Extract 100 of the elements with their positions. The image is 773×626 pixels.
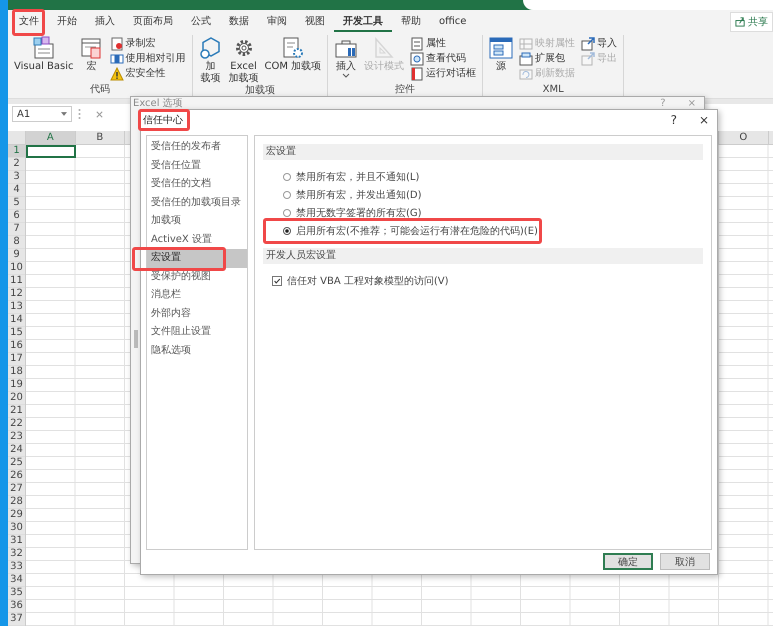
nav-item[interactable]: 宏设置	[147, 249, 247, 268]
nav-item[interactable]: 受信任的加载项目录	[147, 194, 247, 212]
row-header[interactable]: 12	[8, 288, 25, 301]
nav-item[interactable]: 文件阻止设置	[147, 323, 247, 342]
row-header[interactable]: 29	[8, 509, 25, 522]
scrollbar-thumb[interactable]	[134, 330, 138, 348]
import-icon	[581, 37, 596, 52]
row-header[interactable]: 34	[8, 574, 25, 587]
ribbon-button[interactable]: Excel 加载项	[226, 35, 261, 86]
module-sheet-icon	[32, 36, 56, 60]
row-header[interactable]: 4	[8, 184, 25, 197]
ribbon-button[interactable]: 运行对话框	[408, 67, 478, 82]
ribbon-button[interactable]: 录制宏	[108, 37, 188, 52]
row-header[interactable]: 5	[8, 197, 25, 210]
nav-item[interactable]: 外部内容	[147, 304, 247, 323]
column-header[interactable]: A	[26, 131, 76, 144]
nav-item[interactable]: ActiveX 设置	[147, 230, 247, 249]
ribbon-tab[interactable]: 开始	[48, 12, 86, 32]
row-header[interactable]: 21	[8, 405, 25, 418]
help-button[interactable]: ?	[666, 114, 681, 126]
row-header[interactable]: 11	[8, 275, 25, 288]
radio-button[interactable]	[283, 173, 291, 181]
radio-option[interactable]: 禁用所有宏，并发出通知(D)	[263, 186, 422, 204]
row-header[interactable]: 32	[8, 548, 25, 561]
row-header[interactable]: 15	[8, 327, 25, 340]
row-header[interactable]: 22	[8, 418, 25, 431]
nav-item[interactable]: 受保护的视图	[147, 268, 247, 286]
radio-option[interactable]: 禁用无数字签署的所有宏(G)	[263, 204, 422, 222]
ribbon-button[interactable]: 使用相对引用	[108, 52, 188, 66]
nav-item[interactable]: 隐私选项	[147, 342, 247, 360]
radio-button[interactable]	[283, 227, 291, 235]
radio-button[interactable]	[283, 191, 291, 199]
nav-item[interactable]: 消息栏	[147, 286, 247, 304]
dialog-button[interactable]: 确定	[603, 553, 653, 570]
ribbon-tab[interactable]: 页面布局	[124, 12, 182, 32]
row-header[interactable]: 36	[8, 600, 25, 613]
ribbon-button[interactable]: COM 加载项	[262, 35, 324, 86]
ribbon-button[interactable]: 导入	[579, 37, 620, 52]
row-header[interactable]: 16	[8, 340, 25, 353]
checkbox[interactable]	[272, 276, 282, 286]
row-header[interactable]: 8	[8, 236, 25, 249]
radio-button[interactable]	[283, 209, 291, 217]
row-header[interactable]: 13	[8, 301, 25, 314]
radio-option[interactable]: 禁用所有宏，并且不通知(L)	[263, 168, 420, 186]
name-box[interactable]: A1	[12, 106, 72, 122]
nav-item[interactable]: 受信任的文档	[147, 175, 247, 194]
row-header[interactable]: 19	[8, 379, 25, 392]
checkbox-option[interactable]: 信任对 VBA 工程对象模型的访问(V)	[263, 272, 449, 290]
row-header[interactable]: 7	[8, 223, 25, 236]
row-header[interactable]: 33	[8, 561, 25, 574]
row-header[interactable]: 18	[8, 366, 25, 379]
column-header[interactable]: O	[719, 131, 768, 144]
dialog-button[interactable]: 取消	[660, 553, 710, 570]
search-field[interactable]	[523, 0, 773, 10]
table-icon	[110, 52, 124, 66]
active-cell[interactable]	[26, 145, 76, 158]
row-header[interactable]: 6	[8, 210, 25, 223]
row-header[interactable]: 27	[8, 483, 25, 496]
row-header[interactable]: 37	[8, 613, 25, 626]
row-header[interactable]: 20	[8, 392, 25, 405]
ribbon-button[interactable]: 源	[487, 35, 516, 84]
row-header[interactable]: 28	[8, 496, 25, 509]
share-button[interactable]: 共享	[730, 12, 773, 32]
ribbon-button[interactable]: 插入	[332, 35, 360, 84]
cancel-icon[interactable]	[95, 110, 104, 119]
ribbon-tab[interactable]: 公式	[182, 12, 220, 32]
ribbon-tab[interactable]: 数据	[220, 12, 258, 32]
row-header[interactable]: 2	[8, 158, 25, 171]
row-header[interactable]: 9	[8, 249, 25, 262]
ribbon-button[interactable]: 查看代码	[408, 52, 478, 66]
row-header[interactable]: 14	[8, 314, 25, 327]
ribbon-tab[interactable]: 开发工具	[334, 12, 392, 32]
ribbon-button[interactable]: Visual Basic	[12, 35, 76, 84]
ribbon-tab[interactable]: 文件	[10, 12, 48, 32]
row-header[interactable]: 35	[8, 587, 25, 600]
nav-item[interactable]: 受信任的发布者	[147, 138, 247, 156]
nav-item[interactable]: 受信任位置	[147, 156, 247, 175]
ribbon-button[interactable]: 属性	[408, 37, 478, 52]
row-header[interactable]: 24	[8, 444, 25, 457]
nav-item[interactable]: 加载项	[147, 212, 247, 230]
ribbon-button[interactable]: 宏	[78, 35, 106, 84]
ribbon-button[interactable]: 宏安全性	[108, 67, 188, 82]
ribbon-button[interactable]: 扩展包	[517, 52, 578, 66]
row-header[interactable]: 31	[8, 535, 25, 548]
ribbon-tab[interactable]: 插入	[86, 12, 124, 32]
row-header[interactable]: 3	[8, 171, 25, 184]
ribbon-tab[interactable]: office	[430, 12, 476, 32]
row-header[interactable]: 1	[8, 145, 25, 158]
ribbon-button[interactable]: 加 载项	[196, 35, 225, 86]
row-header[interactable]: 17	[8, 353, 25, 366]
row-header[interactable]: 10	[8, 262, 25, 275]
row-header[interactable]: 30	[8, 522, 25, 535]
close-button[interactable]: ×	[694, 114, 713, 126]
ribbon-tab[interactable]: 审阅	[258, 12, 296, 32]
column-header[interactable]: B	[76, 131, 125, 144]
ribbon-tab[interactable]: 帮助	[392, 12, 430, 32]
row-header[interactable]: 25	[8, 457, 25, 470]
row-header[interactable]: 26	[8, 470, 25, 483]
ribbon-tab[interactable]: 视图	[296, 12, 334, 32]
row-header[interactable]: 23	[8, 431, 25, 444]
